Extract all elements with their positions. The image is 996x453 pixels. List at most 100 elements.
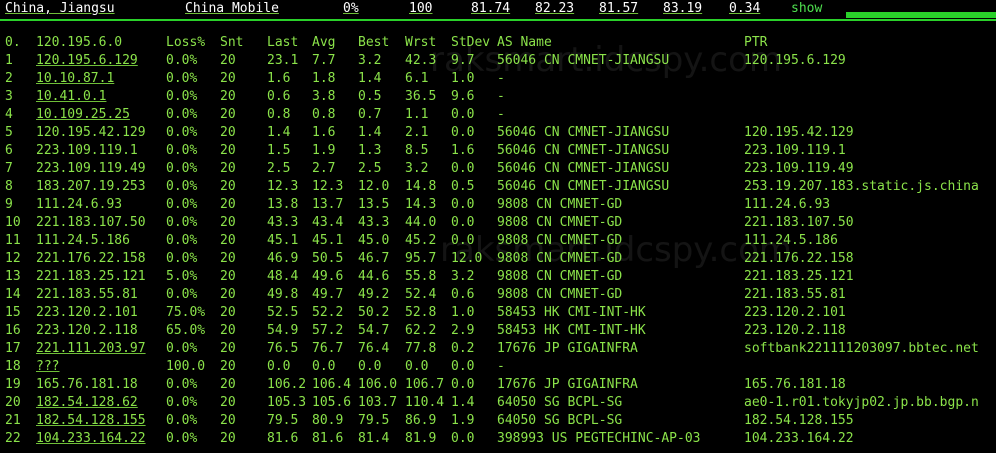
hop-loss: 0.0%: [166, 215, 198, 230]
hop-last: 79.5: [267, 413, 299, 428]
hop-host: 182.54.128.155: [36, 413, 146, 428]
hop-ptr: 120.195.42.129: [744, 125, 854, 140]
hop-ptr: 253.19.207.183.static.js.china: [744, 179, 979, 194]
hop-last: 1.4: [267, 125, 291, 140]
hop-host: 182.54.128.62: [36, 395, 138, 410]
hop-number: 21: [5, 413, 21, 428]
hop-wrst: 95.7: [405, 251, 437, 266]
hop-snt: 20: [220, 161, 236, 176]
hop-avg: 45.1: [312, 233, 344, 248]
hop-number: 15: [5, 305, 21, 320]
hop-avg: 57.2: [312, 323, 344, 338]
hop-host: 10.109.25.25: [36, 107, 130, 122]
hop-stdev: 12.0: [451, 251, 483, 266]
hop-wrst: 81.9: [405, 431, 437, 446]
show-link[interactable]: show: [791, 0, 822, 18]
hop-best: 1.4: [358, 71, 382, 86]
hop-loss: 0.0%: [166, 197, 198, 212]
hop-stdev: 1.6: [451, 143, 475, 158]
hop-number: 11: [5, 233, 21, 248]
hop-asname: 9808 CN CMNET-GD: [497, 251, 623, 266]
summary-value-4: 83.19: [663, 1, 703, 16]
hop-avg: 1.8: [312, 71, 336, 86]
hop-asname: 17676 JP GIGAINFRA: [497, 377, 638, 392]
hop-snt: 20: [220, 197, 236, 212]
hop-last: 106.2: [267, 377, 307, 392]
hop-avg: 0.8: [312, 107, 336, 122]
col-asname: AS Name: [497, 35, 552, 50]
hop-best: 54.7: [358, 323, 390, 338]
hop-ptr: 111.24.6.93: [744, 197, 831, 212]
hop-loss: 0.0%: [166, 377, 198, 392]
hop-snt: 20: [220, 53, 236, 68]
hop-number: 5: [5, 125, 13, 140]
hop-asname: 398993 US PEGTECHINC-AP-03: [497, 431, 701, 446]
hop-avg: 43.4: [312, 215, 344, 230]
hop-wrst: 8.5: [405, 143, 429, 158]
hop-stdev: 0.2: [451, 341, 475, 356]
hop-stdev: 1.9: [451, 413, 475, 428]
hop-snt: 20: [220, 143, 236, 158]
hop-host: 120.195.6.129: [36, 53, 138, 68]
hop-number: 10: [5, 215, 21, 230]
hop-last: 0.0: [267, 359, 291, 374]
hop-best: 0.5: [358, 89, 382, 104]
hop-best: 79.5: [358, 413, 390, 428]
hop-asname: -: [497, 71, 505, 86]
hop-stdev: 0.0: [451, 431, 475, 446]
hop-loss: 0.0%: [166, 53, 198, 68]
hop-avg: 7.7: [312, 53, 336, 68]
hop-last: 23.1: [267, 53, 299, 68]
hop-avg: 106.4: [312, 377, 352, 392]
hop-wrst: 106.7: [405, 377, 445, 392]
hop-ptr: 223.109.119.1: [744, 143, 846, 158]
hop-loss: 75.0%: [166, 305, 206, 320]
summary-underline-bar: [0, 19, 996, 21]
hop-loss: 0.0%: [166, 413, 198, 428]
hop-asname: 58453 HK CMI-INT-HK: [497, 323, 646, 338]
hop-last: 49.8: [267, 287, 299, 302]
hop-snt: 20: [220, 359, 236, 374]
hop-last: 43.3: [267, 215, 299, 230]
hop-last: 0.6: [267, 89, 291, 104]
hop-number: 18: [5, 359, 21, 374]
hop-snt: 20: [220, 305, 236, 320]
hop-snt: 20: [220, 413, 236, 428]
hop-ptr: 221.183.55.81: [744, 287, 846, 302]
hop-wrst: 110.4: [405, 395, 445, 410]
hop-avg: 50.5: [312, 251, 344, 266]
hop-host: 223.109.119.1: [36, 143, 138, 158]
hop-ptr: 223.109.119.49: [744, 161, 854, 176]
hop-last: 105.3: [267, 395, 307, 410]
hop-host: 120.195.42.129: [36, 125, 146, 140]
hop-avg: 76.7: [312, 341, 344, 356]
hop-host: 221.176.22.158: [36, 251, 146, 266]
hop-number: 8: [5, 179, 13, 194]
hop-asname: 58453 HK CMI-INT-HK: [497, 305, 646, 320]
hop-avg: 2.7: [312, 161, 336, 176]
hop-stdev: 1.0: [451, 305, 475, 320]
hop-loss: 0.0%: [166, 395, 198, 410]
hop-loss: 0.0%: [166, 179, 198, 194]
hop-loss: 0.0%: [166, 143, 198, 158]
hop-stdev: 9.6: [451, 89, 475, 104]
hop-asname: 56046 CN CMNET-JIANGSU: [497, 143, 670, 158]
hop-asname: 9808 CN CMNET-GD: [497, 287, 623, 302]
hop-asname: 9808 CN CMNET-GD: [497, 269, 623, 284]
col-index: 0.: [5, 35, 21, 50]
summary-value-3: 81.57: [599, 1, 639, 16]
hop-wrst: 52.8: [405, 305, 437, 320]
hop-avg: 0.0: [312, 359, 336, 374]
hop-stdev: 2.9: [451, 323, 475, 338]
hop-number: 16: [5, 323, 21, 338]
hop-host: ???: [36, 359, 60, 374]
hop-best: 50.2: [358, 305, 390, 320]
hop-avg: 1.6: [312, 125, 336, 140]
hop-number: 9: [5, 197, 13, 212]
hop-best: 2.5: [358, 161, 382, 176]
hop-stdev: 0.0: [451, 377, 475, 392]
hop-ptr: 182.54.128.155: [744, 413, 854, 428]
hop-loss: 0.0%: [166, 287, 198, 302]
sent-summary: 100: [409, 1, 433, 16]
hop-last: 46.9: [267, 251, 299, 266]
